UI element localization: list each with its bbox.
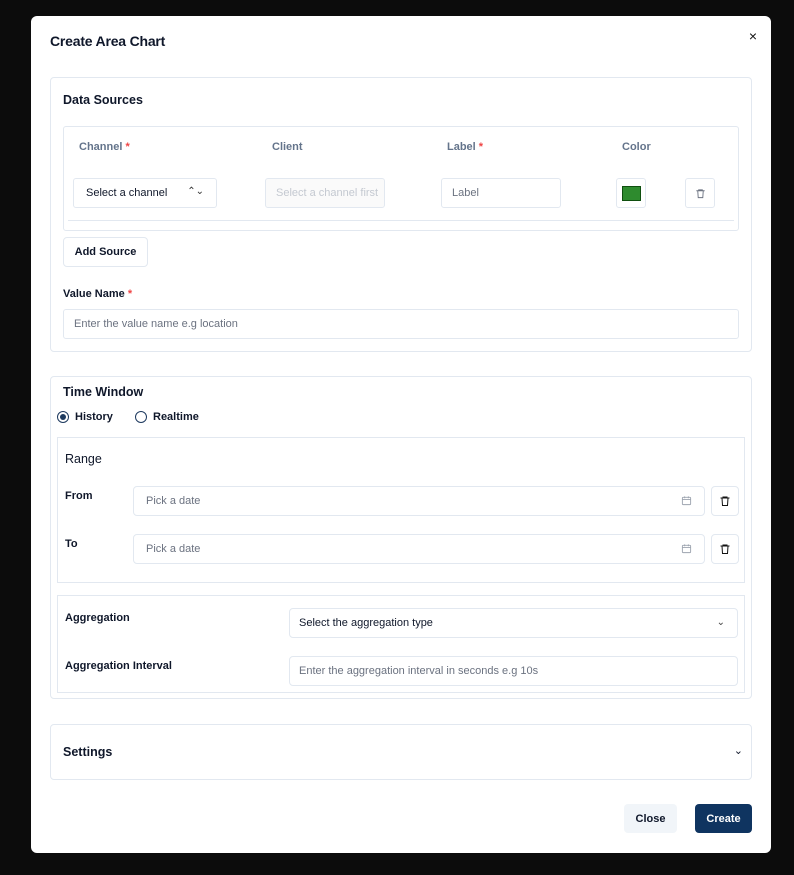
data-sources-title: Data Sources <box>63 93 143 107</box>
data-sources-card: Data Sources Channel * Client Label * Co… <box>50 77 752 352</box>
chevron-up-down-icon: ⌃⌄ <box>187 186 204 197</box>
aggregation-section: Aggregation Select the aggregation type … <box>57 595 745 693</box>
trash-icon <box>720 544 730 554</box>
required-mark: * <box>125 141 130 153</box>
aggregation-select-value: Select the aggregation type <box>299 617 433 629</box>
range-section: Range From Pick a date To Pick a date <box>57 437 745 583</box>
column-header-label: Label * <box>447 141 484 153</box>
clear-from-button[interactable] <box>711 486 739 516</box>
settings-accordion[interactable]: Settings ⌄ <box>50 724 752 780</box>
from-date-placeholder: Pick a date <box>146 495 201 507</box>
aggregation-select[interactable]: Select the aggregation type ⌄ <box>289 608 738 638</box>
create-chart-dialog: Create Area Chart × Data Sources Channel… <box>31 16 771 853</box>
settings-title: Settings <box>63 745 113 759</box>
required-mark: * <box>127 288 133 300</box>
range-title: Range <box>65 452 102 466</box>
time-window-card: Time Window History Realtime Range From … <box>50 376 752 699</box>
realtime-radio[interactable]: Realtime <box>135 411 199 423</box>
channel-select[interactable]: Select a channel ⌃⌄ <box>73 178 217 208</box>
client-input[interactable]: Select a channel first <box>265 178 385 208</box>
column-header-client: Client <box>272 141 303 153</box>
label-input[interactable]: Label <box>441 178 561 208</box>
chevron-down-icon: ⌄ <box>733 745 743 757</box>
from-label: From <box>65 490 93 502</box>
aggregation-label: Aggregation <box>65 612 130 624</box>
to-date-input[interactable]: Pick a date <box>133 534 705 564</box>
column-header-channel: Channel * <box>79 141 130 153</box>
from-date-input[interactable]: Pick a date <box>133 486 705 516</box>
chevron-down-icon: ⌄ <box>716 617 725 628</box>
close-icon[interactable]: × <box>749 28 757 44</box>
close-button[interactable]: Close <box>624 804 677 833</box>
aggregation-interval-input[interactable]: Enter the aggregation interval in second… <box>289 656 738 686</box>
history-radio-label: History <box>75 411 113 423</box>
aggregation-interval-label: Aggregation Interval <box>65 660 172 672</box>
remove-source-button[interactable] <box>685 178 715 208</box>
value-name-label: Value Name * <box>63 288 133 300</box>
create-button[interactable]: Create <box>695 804 752 833</box>
color-swatch <box>621 185 641 201</box>
radio-unselected-icon <box>135 411 147 423</box>
to-label: To <box>65 538 78 550</box>
clear-to-button[interactable] <box>711 534 739 564</box>
history-radio[interactable]: History <box>57 411 113 423</box>
to-date-placeholder: Pick a date <box>146 543 201 555</box>
time-window-title: Time Window <box>63 385 144 399</box>
sources-table: Channel * Client Label * Color Select a … <box>63 126 739 231</box>
channel-select-value: Select a channel <box>86 187 168 199</box>
trash-icon <box>720 496 730 506</box>
column-header-color: Color <box>622 141 651 153</box>
value-name-input[interactable]: Enter the value name e.g location <box>63 309 739 339</box>
required-mark: * <box>478 141 484 153</box>
trash-icon <box>695 188 705 198</box>
realtime-radio-label: Realtime <box>153 411 199 423</box>
row-divider <box>68 220 734 221</box>
add-source-button[interactable]: Add Source <box>63 237 148 267</box>
color-picker-button[interactable] <box>616 178 646 208</box>
calendar-icon <box>681 496 692 506</box>
radio-selected-icon <box>57 411 69 423</box>
calendar-icon <box>681 544 692 554</box>
dialog-title: Create Area Chart <box>50 33 166 49</box>
